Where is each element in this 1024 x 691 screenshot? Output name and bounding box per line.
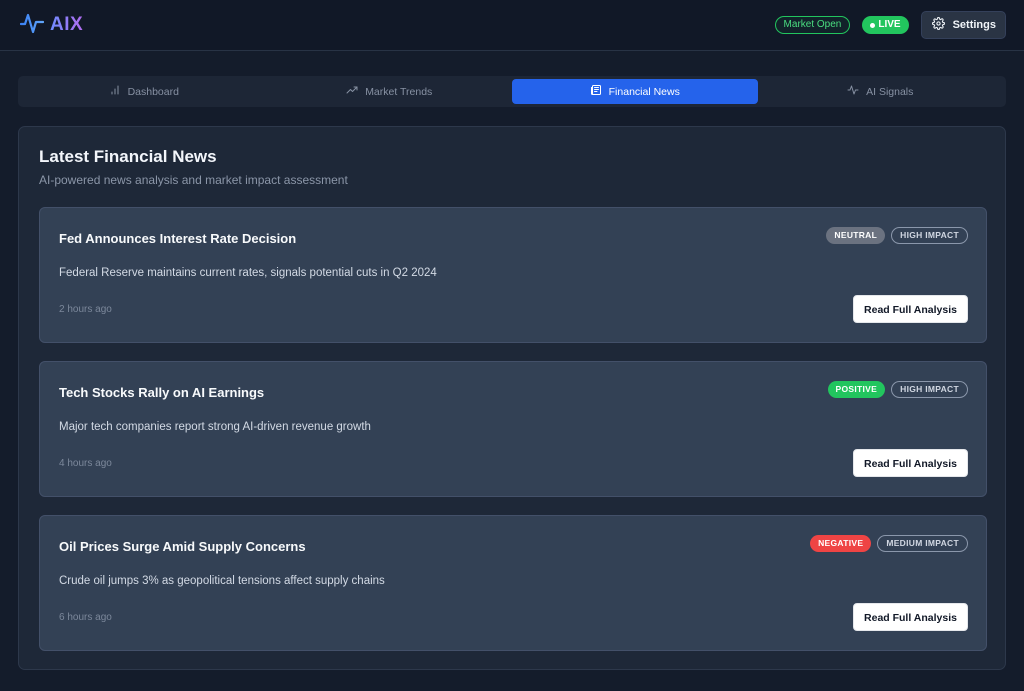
impact-badge: MEDIUM IMPACT [877,535,968,552]
live-label: LIVE [878,19,901,30]
pulse-logo-icon [19,11,45,40]
news-timestamp: 4 hours ago [59,458,112,469]
bar-chart-icon [109,84,121,99]
news-description: Crude oil jumps 3% as geopolitical tensi… [59,575,385,587]
impact-badge: HIGH IMPACT [891,381,968,398]
news-card: Fed Announces Interest Rate Decision NEU… [39,207,987,343]
news-title: Oil Prices Surge Amid Supply Concerns [59,539,306,554]
news-card: Tech Stocks Rally on AI Earnings POSITIV… [39,361,987,497]
header-status-group: Market Open LIVE Settings [774,11,1006,39]
news-card: Oil Prices Surge Amid Supply Concerns NE… [39,515,987,651]
live-badge: LIVE [862,16,909,34]
settings-button[interactable]: Settings [920,11,1006,39]
live-dot-icon [870,22,876,28]
impact-badge: HIGH IMPACT [891,227,968,244]
news-title: Tech Stocks Rally on AI Earnings [59,385,265,400]
newspaper-icon [590,84,602,99]
tab-label: Dashboard [127,85,179,98]
news-title: Fed Announces Interest Rate Decision [59,231,297,246]
panel-subtitle: AI-powered news analysis and market impa… [39,173,348,187]
app-header: AIX Market Open LIVE Settings [0,0,1024,51]
read-full-analysis-button[interactable]: Read Full Analysis [853,449,968,477]
news-badges: NEGATIVE MEDIUM IMPACT [810,535,968,552]
tab-ai-signals[interactable]: AI Signals [758,79,1004,104]
news-timestamp: 6 hours ago [59,612,112,623]
sentiment-badge: NEUTRAL [826,227,886,244]
read-full-analysis-button[interactable]: Read Full Analysis [853,295,968,323]
tab-market-trends[interactable]: Market Trends [267,79,513,104]
news-list: Fed Announces Interest Rate Decision NEU… [39,207,987,669]
activity-icon [847,84,859,99]
tab-label: AI Signals [866,85,914,98]
sentiment-badge: POSITIVE [827,381,886,398]
brand[interactable]: AIX [19,11,84,40]
trending-up-icon [346,84,358,99]
market-status-badge: Market Open [774,16,851,34]
tab-financial-news[interactable]: Financial News [512,79,758,104]
news-description: Major tech companies report strong AI-dr… [59,421,371,433]
tab-dashboard[interactable]: Dashboard [21,79,267,104]
news-timestamp: 2 hours ago [59,304,112,315]
brand-name: AIX [50,14,84,35]
news-badges: POSITIVE HIGH IMPACT [827,381,968,398]
panel-title: Latest Financial News [39,147,217,166]
tab-label: Market Trends [365,85,433,98]
main-tabs: Dashboard Market Trends Financial News A… [18,76,1006,107]
read-full-analysis-button[interactable]: Read Full Analysis [853,603,968,631]
gear-icon [931,17,945,33]
news-description: Federal Reserve maintains current rates,… [59,267,437,279]
settings-label: Settings [952,19,996,31]
tab-label: Financial News [608,85,680,98]
news-badges: NEUTRAL HIGH IMPACT [826,227,968,244]
sentiment-badge: NEGATIVE [810,535,872,552]
news-panel: Latest Financial News AI-powered news an… [18,126,1006,670]
